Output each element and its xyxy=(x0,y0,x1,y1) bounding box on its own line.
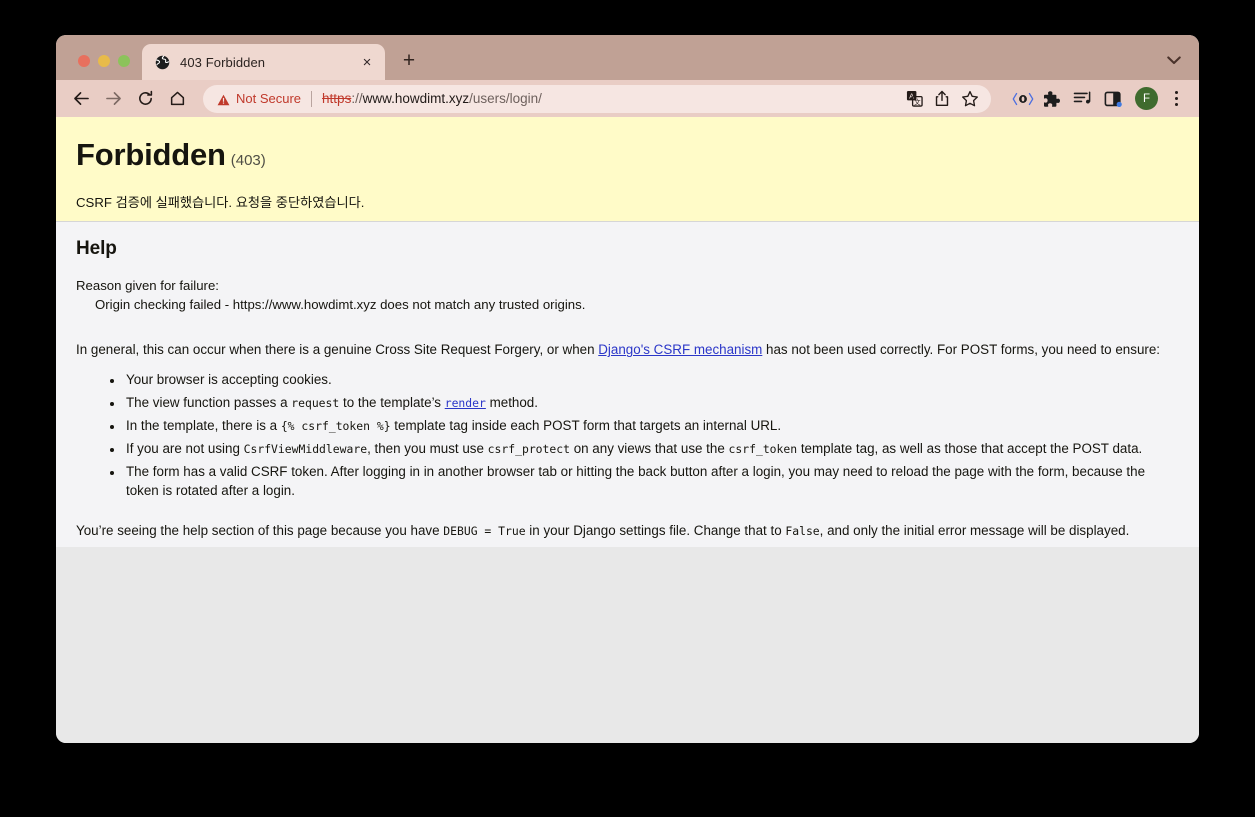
checklist-text: The view function passes a xyxy=(126,394,292,410)
explanation-pre: In general, this can occur when there is… xyxy=(76,342,599,358)
inline-code: csrf_token xyxy=(728,442,798,456)
share-icon[interactable] xyxy=(929,86,955,112)
checklist-item: Your browser is accepting cookies. xyxy=(124,370,1179,389)
window-close-button[interactable] xyxy=(78,55,90,67)
side-panel-icon[interactable] xyxy=(1099,85,1126,112)
tab-title: 403 Forbidden xyxy=(180,54,266,70)
checklist-text: method. xyxy=(485,394,538,410)
warning-triangle-icon xyxy=(217,93,230,105)
checklist-text: template tag, as well as those that acce… xyxy=(797,441,1143,456)
extension-icon-group xyxy=(1009,85,1126,112)
inline-code: {% csrf_token %} xyxy=(280,418,391,433)
avatar[interactable]: F xyxy=(1135,87,1158,110)
checklist-text: , then you must use xyxy=(367,441,488,456)
globe-icon xyxy=(154,54,170,70)
checklist-item: If you are not using CsrfViewMiddleware,… xyxy=(124,439,1179,458)
url-path: /users/login/ xyxy=(469,91,542,106)
status-code: (403) xyxy=(230,152,266,169)
address-bar[interactable]: Not Secure https://www.howdimt.xyz/users… xyxy=(203,84,991,113)
dev-tools-icon[interactable] xyxy=(1009,85,1036,112)
checklist-text: Your browser is accepting cookies. xyxy=(126,371,332,387)
browser-tab-403-forbidden[interactable]: 403 Forbidden × xyxy=(142,44,385,80)
failure-reason-label: Reason given for failure: xyxy=(76,278,219,293)
debug-note: You’re seeing the help section of this p… xyxy=(76,521,1179,540)
checklist-text: to the template’s xyxy=(339,394,445,410)
back-arrow-icon[interactable] xyxy=(66,84,96,114)
new-tab-button[interactable]: + xyxy=(395,46,423,74)
checklist-item: The form has a valid CSRF token. After l… xyxy=(124,462,1179,500)
checklist-text: If you are not using xyxy=(126,441,244,456)
translate-icon[interactable]: A 文 xyxy=(901,86,927,112)
failure-reason: Reason given for failure: Origin checkin… xyxy=(76,277,1179,314)
page-title: Forbidden (403) xyxy=(76,137,1179,172)
help-heading: Help xyxy=(76,238,117,259)
kebab-menu-icon[interactable] xyxy=(1165,85,1187,112)
svg-text:文: 文 xyxy=(914,97,921,106)
url-display[interactable]: https://www.howdimt.xyz/users/login/ xyxy=(322,91,901,106)
omnibox-actions: A 文 xyxy=(901,86,983,112)
screen: 403 Forbidden × + Not Secure https://www… xyxy=(0,0,1255,817)
debug-false-code: False xyxy=(785,524,820,539)
browser-toolbar: Not Secure https://www.howdimt.xyz/users… xyxy=(56,80,1199,117)
reload-icon[interactable] xyxy=(130,84,160,114)
home-icon[interactable] xyxy=(162,84,192,114)
inline-code: csrf_protect xyxy=(487,442,570,456)
checklist: Your browser is accepting cookies. The vi… xyxy=(76,370,1179,500)
bookmark-star-icon[interactable] xyxy=(957,86,983,112)
checklist-text: The form has a valid CSRF token. After l… xyxy=(126,464,1146,499)
checklist-text: In the template, there is a xyxy=(126,417,281,433)
checklist-text: template tag inside each POST form that … xyxy=(390,417,782,433)
window-traffic-lights xyxy=(56,55,142,80)
debug-setting-code: DEBUG = True xyxy=(443,524,526,539)
explanation-post: has not been used correctly. For POST fo… xyxy=(762,342,1161,358)
checklist-text: on any views that use the xyxy=(569,441,729,456)
tab-strip: 403 Forbidden × + xyxy=(56,35,1199,80)
page-viewport: Forbidden (403) CSRF 검증에 실패했습니다. 요청을 중단하였… xyxy=(56,117,1199,743)
close-icon[interactable]: × xyxy=(359,54,375,70)
window-minimize-button[interactable] xyxy=(98,55,110,67)
forward-arrow-icon[interactable] xyxy=(98,84,128,114)
omnibox-divider xyxy=(311,90,313,107)
help-section: Help Reason given for failure: Origin ch… xyxy=(56,222,1199,547)
page-title-text: Forbidden xyxy=(76,137,226,172)
debug-note-pre: You’re seeing the help section of this p… xyxy=(76,523,444,539)
url-scheme: https xyxy=(322,91,352,106)
url-host: www.howdimt.xyz xyxy=(362,91,470,106)
window-zoom-button[interactable] xyxy=(118,55,130,67)
reading-list-icon[interactable] xyxy=(1069,85,1096,112)
inline-code: request xyxy=(291,395,340,410)
checklist-item: The view function passes a request to th… xyxy=(124,393,1179,412)
security-status[interactable]: Not Secure xyxy=(217,91,301,106)
browser-window: 403 Forbidden × + Not Secure https://www… xyxy=(56,35,1199,743)
url-separator: :// xyxy=(351,91,363,106)
debug-note-mid: in your Django settings file. Change tha… xyxy=(525,523,786,539)
chevron-down-icon[interactable] xyxy=(1159,46,1189,74)
debug-note-post: , and only the initial error message wil… xyxy=(819,523,1130,539)
failure-reason-detail: Origin checking failed - https://www.how… xyxy=(95,296,586,312)
puzzle-extensions-icon[interactable] xyxy=(1039,85,1066,112)
render-method-link[interactable]: render xyxy=(445,396,486,410)
error-banner: Forbidden (403) CSRF 검증에 실패했습니다. 요청을 중단하였… xyxy=(56,117,1199,222)
django-csrf-mechanism-link[interactable]: Django's CSRF mechanism xyxy=(598,342,762,357)
not-secure-label: Not Secure xyxy=(236,91,302,106)
error-summary: CSRF 검증에 실패했습니다. 요청을 중단하였습니다. xyxy=(76,194,365,210)
django-403-page: Forbidden (403) CSRF 검증에 실패했습니다. 요청을 중단하였… xyxy=(56,117,1199,547)
checklist-item: In the template, there is a {% csrf_toke… xyxy=(124,416,1179,435)
general-explanation: In general, this can occur when there is… xyxy=(76,340,1179,359)
inline-code: CsrfViewMiddleware xyxy=(243,442,368,456)
